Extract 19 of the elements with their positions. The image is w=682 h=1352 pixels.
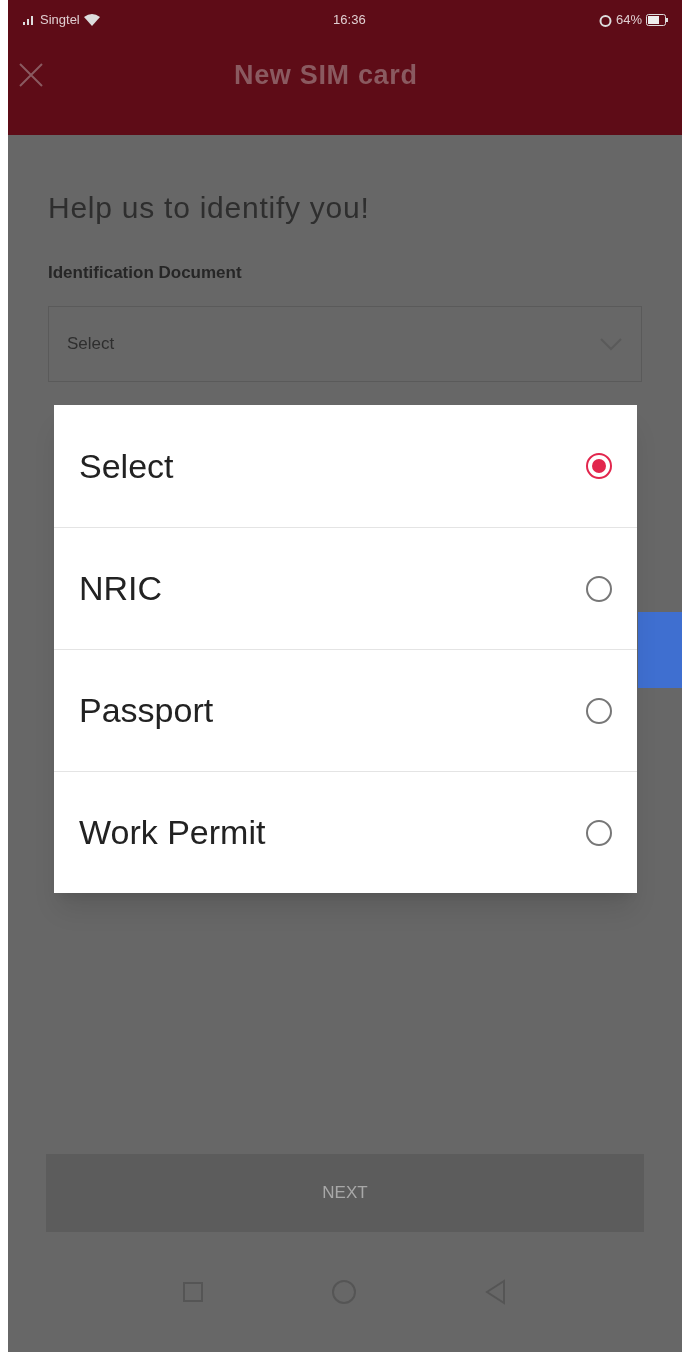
signal-icon <box>22 14 36 26</box>
page-title: New SIM card <box>234 58 418 92</box>
wifi-icon <box>83 14 100 26</box>
carrier-name: Singtel <box>40 11 80 30</box>
option-row[interactable]: Work Permit <box>54 771 637 893</box>
radio-button[interactable] <box>585 452 613 480</box>
battery-percent: 64% <box>615 11 642 30</box>
radio-button[interactable] <box>585 574 613 603</box>
close-icon[interactable] <box>18 62 44 88</box>
option-row[interactable]: Select <box>54 405 637 527</box>
alarm-icon <box>598 13 612 27</box>
option-row[interactable]: Passport <box>54 649 637 771</box>
clock-time: 16:36 <box>333 11 366 30</box>
radio-button[interactable] <box>585 696 613 725</box>
battery-icon <box>646 14 668 26</box>
field-label: Identification Document <box>48 262 243 284</box>
form-heading: Help us to identify you! <box>48 190 371 226</box>
radio-button[interactable] <box>585 818 613 847</box>
option-row[interactable]: NRIC <box>54 527 637 649</box>
